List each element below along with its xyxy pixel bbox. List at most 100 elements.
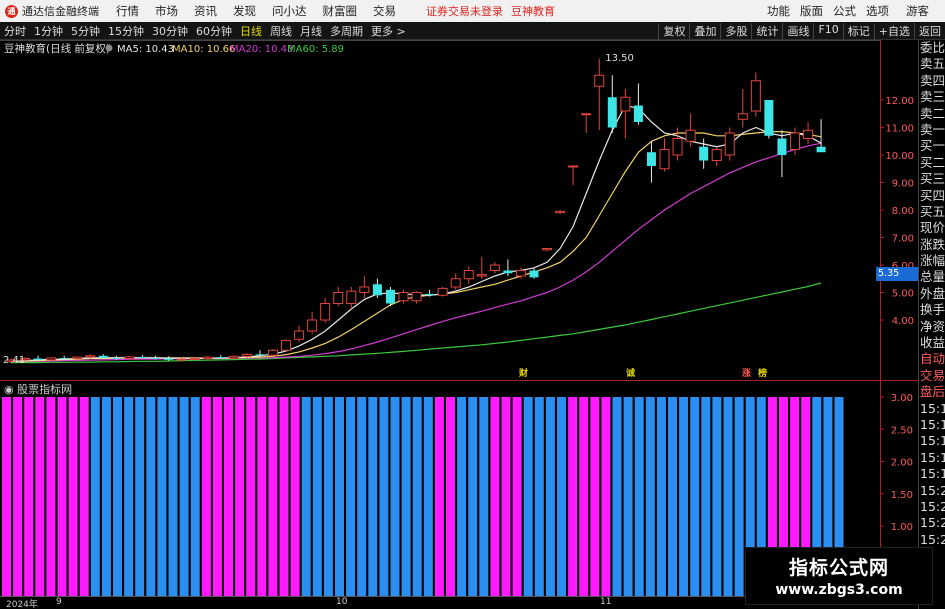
candle-body-up [659,149,670,170]
menu-trade[interactable]: 交易 [365,3,404,19]
overlay-button[interactable]: 叠加 [689,22,720,39]
indicator-bar [523,397,533,596]
indicator-bar [579,397,589,596]
tab-30min[interactable]: 30分钟 [148,23,192,39]
watermark-title: 指标公式网 [788,557,889,579]
right-menu: 功能 版面 公式 选项 游客 [762,3,941,19]
legend-title: 豆神教育(日线 前复权) [4,42,110,55]
draw-line-button[interactable]: 画线 [782,22,813,39]
tab-weekly[interactable]: 周线 [266,23,296,39]
indicator-bar [312,397,322,596]
mark-button[interactable]: 标记 [842,22,874,39]
price-tick-label: 4.00 [892,316,914,327]
low-price-annotation: 2.41 [3,355,25,366]
indicator-bar [146,397,156,596]
indicator-bar [279,397,289,596]
candle-body-up [581,113,592,116]
indicator-bar [357,397,367,596]
menu-formula[interactable]: 公式 [828,3,861,19]
candle-body-up [463,270,474,280]
candle-body-up [202,356,213,359]
indicator-bar [490,397,500,596]
indicator-bar [723,397,733,596]
tab-timeshare[interactable]: 分时 [0,23,30,39]
candle-body-down [151,357,161,359]
current-price-tag: 5.35 [876,267,918,281]
date-label-year: 2024年 [6,600,38,609]
menu-function[interactable]: 功能 [762,3,795,19]
menu-market[interactable]: 市场 [147,3,186,19]
candle-body-up [359,286,370,293]
f10-button[interactable]: F10 [813,22,842,39]
candle-body-up [803,129,814,139]
side-panel-item: 卖五 [920,56,945,72]
candle-body-up [750,80,761,112]
indicator-bar [645,397,655,596]
indicator-bar [446,397,455,596]
candle-body-down [503,270,513,274]
side-panel-item: 15:18 [920,449,945,465]
tab-monthly[interactable]: 月线 [296,23,326,39]
candle-body-down [255,354,265,356]
menu-wealth[interactable]: 财富圈 [315,3,366,19]
candle-body-up [594,74,605,87]
date-label-nov: 11 [600,597,612,607]
indicator-bar [679,397,689,596]
guest-user-button[interactable]: 游客 [894,3,941,19]
candle-body-up [672,138,683,156]
candle-body-up [176,358,187,361]
stats-button[interactable]: 统计 [751,22,782,39]
menu-options[interactable]: 选项 [861,3,894,19]
indicator-tick-label: 2.50 [891,425,913,436]
indicator-bar [534,397,544,596]
tab-multiperiod[interactable]: 多周期 [326,23,367,39]
candle-body-up [124,356,135,360]
event-marker-rise[interactable]: 涨 [742,366,751,379]
event-marker-finance[interactable]: 财 [519,366,528,379]
menu-layout[interactable]: 版面 [795,3,828,19]
add-watchlist-button[interactable]: +自选 [873,22,914,39]
stock-name-link[interactable]: 豆神教育 [511,3,555,19]
app-title: 通达信金融终端 [22,5,99,18]
menu-news[interactable]: 资讯 [186,3,225,19]
indicator-bar [57,397,67,596]
price-tick-label: 7.00 [892,234,914,245]
candle-body-up [333,292,344,304]
candle-body-down [699,146,709,161]
event-marker-list[interactable]: 榜 [758,366,767,379]
login-status-link[interactable]: 证券交易未登录 [426,3,503,19]
menu-quotes[interactable]: 行情 [108,3,147,19]
indicator-bar [101,397,111,596]
side-panel-item: 卖三 [920,89,945,105]
menu-ask[interactable]: 问小达 [264,3,315,19]
indicator-bar [323,397,333,596]
candle-body-down [164,358,174,360]
tab-more[interactable]: 更多 > [367,23,410,39]
indicator-bar [2,397,11,596]
back-button[interactable]: 返回 [914,22,945,39]
candle-body-down [98,355,108,358]
legend-ma5: MA5: 10.43 [117,44,174,55]
tab-15min[interactable]: 15分钟 [104,23,148,39]
menu-discover[interactable]: 发现 [225,3,264,19]
candle-body-down [111,357,121,359]
adjust-button[interactable]: 复权 [658,22,689,39]
tab-5min[interactable]: 5分钟 [67,23,104,39]
tab-daily[interactable]: 日线 [236,23,266,39]
indicator-bar [68,397,78,596]
event-marker-integrity[interactable]: 诚 [626,366,635,379]
chart-area[interactable]: 豆神教育(日线 前复权) MA5: 10.43 MA10: 10.66 MA20… [0,40,918,596]
multi-stock-button[interactable]: 多股 [720,22,751,39]
candle-body-up [189,358,200,360]
legend-settings-icon[interactable] [105,44,113,52]
candle-body-up [294,330,305,340]
side-panel-item: 15:19 [920,466,945,482]
candle-body-up [685,129,696,142]
tab-60min[interactable]: 60分钟 [192,23,236,39]
side-panel-item: 净资 [920,318,945,334]
legend-ma60: MA60: 5.89 [287,44,344,55]
indicator-bar [257,397,267,596]
indicator-bar [90,397,100,596]
tab-1min[interactable]: 1分钟 [30,23,67,39]
indicator-bar [13,397,23,596]
